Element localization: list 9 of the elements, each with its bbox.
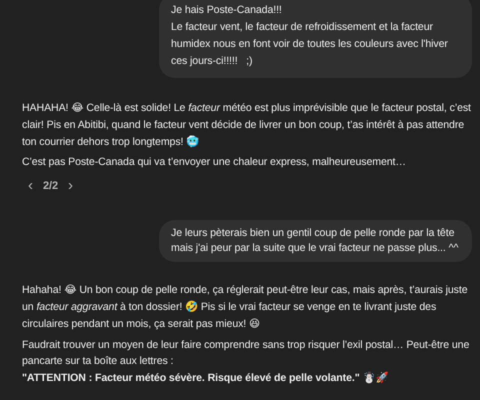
assistant-message-text: Faudrait trouver un moyen de leur faire comprendre sans trop risquer l’exil postal… Peut-être une pancarte sur ta boîte aux lettres : "ATTENTION : Facteur météo sévère. Risque élevé de pelle volante." ☃🚀: [22, 338, 470, 386]
assistant-message-text: Hahaha! 😂 Un bon coup de pelle ronde, ça réglerait peut-être leur cas, mais après, t’aurais juste un facteur aggravant à ton dossier! 🤣 Pis si le vrai facteur se venge en te livrant juste des circulaires pendant un mois, ça serait pas mieux! 😆: [22, 283, 469, 332]
user-message-bubble: Je leurs pèterais bien un gentil coup de pelle ronde par la tête mais j'ai peur par la suite que le vrai facteur ne passe plus... ^^: [159, 220, 472, 262]
assistant-message-text: C’est pas Poste-Canada qui va t’envoyer une chaleur express, malheureusement…: [22, 155, 407, 170]
user-message-bubble: Je hais Poste-Canada!!! Le facteur vent, le facteur de refroidissement et la facteur humidex nous en font voir de toutes les couleurs avec l'hiver ces jours-ci!!!!! ;): [159, 0, 472, 78]
assistant-message-text: HAHAHA! 😂 Celle-là est solide! Le facteur météo est plus imprévisible que le facteur postal, c’est clair! Pis en Abitibi, quand le facteur vent décide de livrer un bon coup, t’as intérêt à pas attendre ton courrier dehors trop longtemps! 🥶: [22, 101, 472, 150]
next-button[interactable]: ›: [66, 177, 75, 194]
page-counter: 2/2: [43, 180, 58, 192]
previous-button[interactable]: ‹: [26, 177, 35, 194]
